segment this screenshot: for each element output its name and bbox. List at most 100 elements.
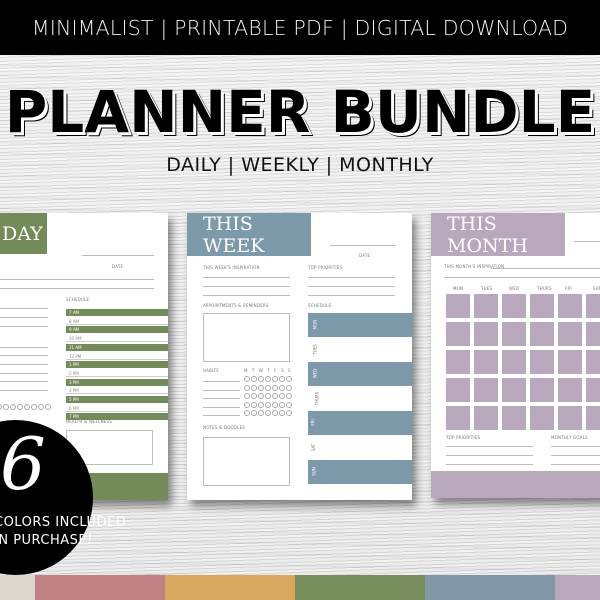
inspiration-line xyxy=(444,277,600,278)
time-label: 9 AM xyxy=(69,327,80,333)
weekday-label: TUES xyxy=(481,286,493,291)
calendar-cell xyxy=(530,350,554,374)
weekday-label: SAT xyxy=(593,286,600,291)
habit-circle xyxy=(10,404,16,410)
schedule-slot: 8 AM xyxy=(66,318,168,325)
inspiration-line xyxy=(0,279,154,280)
note-line xyxy=(0,390,48,391)
habit-circle xyxy=(0,404,2,410)
habit-line xyxy=(203,398,240,399)
schedule-slot: 9 AM xyxy=(66,326,168,334)
habit-circle xyxy=(258,410,264,416)
weekday-label: MON xyxy=(453,286,464,291)
calendar-cell xyxy=(530,378,554,402)
habit-circle xyxy=(272,376,278,382)
day-label: SUN xyxy=(311,467,317,476)
day-label: TUES xyxy=(312,343,318,355)
calendar-cell xyxy=(502,322,526,346)
time-label: 4 PM xyxy=(69,388,79,394)
time-label: 12 PM xyxy=(69,353,82,359)
habit-circle xyxy=(265,401,271,408)
habit-circle xyxy=(286,376,292,382)
habit-circle xyxy=(258,384,264,391)
calendar-cell xyxy=(502,406,526,430)
habit-circle xyxy=(272,410,278,416)
calendar-cell xyxy=(446,322,470,346)
calendar-cell xyxy=(446,294,470,318)
time-label: 7 AM xyxy=(69,310,80,315)
inspiration-line xyxy=(203,286,290,287)
color-swatch xyxy=(165,575,295,600)
color-swatch xyxy=(555,575,600,600)
habit-circle xyxy=(24,404,30,410)
goal-line xyxy=(551,464,600,465)
date-label: DATE xyxy=(359,253,371,258)
note-line xyxy=(0,381,48,382)
habits-label: HABITS xyxy=(203,368,219,373)
calendar-cell xyxy=(502,350,526,374)
day-row: MON xyxy=(308,313,412,337)
habit-circle xyxy=(279,393,285,399)
weekly-title: THIS WEEK xyxy=(203,213,265,257)
badge-line-1: COLORS INCLUDED xyxy=(0,515,127,530)
calendar-cell xyxy=(558,322,582,346)
habit-circle xyxy=(286,384,292,391)
priorities-label: TOP PRIORITIES xyxy=(308,265,343,270)
appointments-box xyxy=(203,313,290,362)
habit-circle xyxy=(244,393,250,399)
weekly-planner-card: THIS WEEK DATE THIS WEEK'S INSPIRATION T… xyxy=(187,213,412,500)
calendar-cell xyxy=(558,350,582,374)
calendar-cell xyxy=(474,350,498,374)
weekday-label: FRI xyxy=(565,286,572,291)
weekly-title-tab: THIS WEEK xyxy=(187,213,311,257)
calendar-cell xyxy=(446,350,470,374)
schedule-slot: 12 PM xyxy=(66,353,168,360)
habit-circles xyxy=(244,393,292,399)
inspiration-line xyxy=(203,295,290,296)
goal-line xyxy=(551,455,600,456)
day-row: THURS xyxy=(308,387,412,411)
calendar-cell xyxy=(530,294,554,318)
daily-title: DAY xyxy=(2,222,43,245)
time-label: 11 AM xyxy=(69,344,82,350)
day-row: SUN xyxy=(308,460,412,484)
habit-circle xyxy=(265,410,271,416)
habit-circle xyxy=(31,404,37,410)
monthly-footer xyxy=(431,471,600,498)
day-label: THURS xyxy=(314,391,320,405)
schedule-slot: 2 PM xyxy=(66,370,168,377)
habit-circle xyxy=(272,393,278,399)
note-line xyxy=(0,373,48,374)
weekday-label: THURS xyxy=(537,286,552,291)
time-label: 10 AM xyxy=(69,336,82,342)
habit-circle xyxy=(17,404,23,410)
habit-circle xyxy=(265,393,271,399)
goal-line xyxy=(551,446,600,447)
calendar-cell xyxy=(586,294,600,318)
habit-line xyxy=(203,381,240,382)
habit-circles xyxy=(244,401,292,408)
calendar-cell xyxy=(474,294,498,318)
top-banner: MINIMALIST | PRINTABLE PDF | DIGITAL DOW… xyxy=(0,0,600,55)
habit-line xyxy=(203,406,240,408)
priority-line xyxy=(446,464,533,465)
appointments-label: APPOINTMENTS & REMINDERS xyxy=(203,303,269,308)
color-swatches xyxy=(0,575,600,600)
inspiration-line xyxy=(203,277,290,278)
habit-circles xyxy=(244,410,292,416)
note-line xyxy=(0,364,48,365)
day-row: WED xyxy=(308,362,412,386)
habit-circle xyxy=(38,404,44,410)
notes-label: NOTES & DOODLES xyxy=(203,425,246,430)
priority-line xyxy=(446,455,533,456)
weekday-label: WED xyxy=(509,286,520,291)
habit-circle xyxy=(279,384,285,391)
badge-line-2: IN PURCHASE! xyxy=(0,533,93,548)
schedule-slot: 5 PM xyxy=(66,396,168,403)
day-label: WED xyxy=(312,368,318,379)
date-line xyxy=(330,245,396,246)
habit-circle xyxy=(286,393,292,399)
habit-circle xyxy=(45,404,51,410)
schedule-slot: 1 PM xyxy=(66,361,168,369)
calendar-cell xyxy=(530,322,554,346)
